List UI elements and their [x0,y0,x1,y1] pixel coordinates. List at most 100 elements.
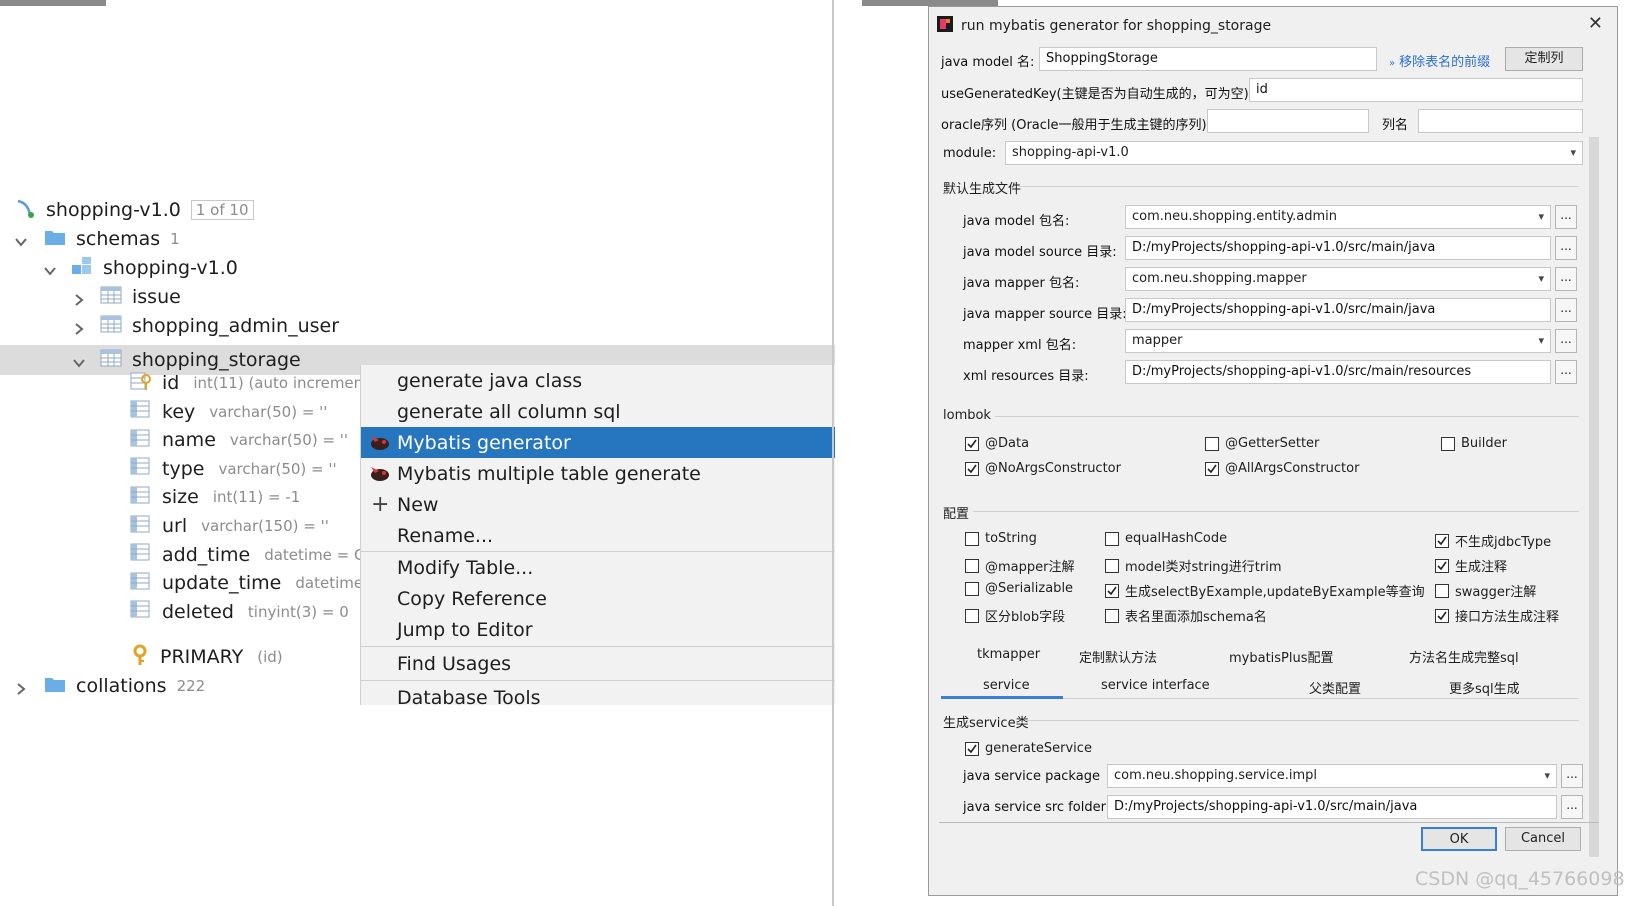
chevron-down-icon: ▾ [1538,272,1544,285]
checkbox[interactable]: swagger注解 [1435,581,1536,600]
menu-item-database-tools[interactable]: Database Tools [361,682,835,706]
path-input[interactable]: D:/myProjects/shopping-api-v1.0/src/main… [1125,236,1551,260]
checkbox[interactable]: 生成selectByExample,updateByExample等查询 [1105,581,1425,600]
checkbox[interactable]: 不生成jdbcType [1435,531,1551,550]
tab[interactable]: mybatisPlus配置 [1229,647,1334,666]
primary-key-node[interactable]: PRIMARY (id) [130,642,283,672]
path-input[interactable]: D:/myProjects/shopping-api-v1.0/src/main… [1125,298,1551,322]
tab[interactable]: 定制默认方法 [1079,647,1157,666]
tab[interactable]: 父类配置 [1309,678,1361,697]
column-node[interactable]: id int(11) (auto incremen [130,368,363,398]
path-select[interactable]: mapper ▾ [1125,329,1551,353]
column-node[interactable]: deleted tinyint(3) = 0 [130,597,349,627]
schema-node[interactable]: shopping-v1.0 [43,253,238,283]
table-node-issue[interactable]: issue [72,282,181,312]
tab[interactable]: service [983,678,1030,693]
column-node[interactable]: add_time datetime = CU [130,540,375,570]
chevron-down-icon[interactable] [72,353,86,368]
path-select[interactable]: com.neu.shopping.entity.admin ▾ [1125,205,1551,229]
collations-node[interactable]: collations 222 [14,671,205,701]
path-select[interactable]: com.neu.shopping.mapper ▾ [1125,267,1551,291]
datasource-node[interactable]: shopping-v1.0 1 of 10 [14,195,254,225]
checkbox[interactable]: @Data [965,436,1029,451]
browse-button[interactable]: ... [1555,236,1577,260]
checkbox[interactable]: equalHashCode [1105,531,1227,546]
checkbox[interactable]: @GetterSetter [1205,436,1319,451]
browse-button[interactable]: ... [1555,267,1577,291]
menu-item-copy-reference[interactable]: Copy Reference [361,583,835,614]
service-package-select[interactable]: com.neu.shopping.service.impl ▾ [1107,764,1557,788]
menu-item-modify-table[interactable]: Modify Table... [361,552,835,583]
column-type: datetime = CU [264,545,376,564]
tab[interactable]: 方法名生成完整sql [1409,647,1519,666]
use-generated-key-input[interactable]: id [1249,78,1583,102]
column-node[interactable]: size int(11) = -1 [130,482,300,512]
checkbox-label: 接口方法生成注释 [1455,610,1560,625]
checkbox-box [965,608,979,623]
menu-item-new[interactable]: + New [361,489,835,520]
checkbox-label: 区分blob字段 [985,610,1066,625]
checkbox[interactable]: Builder [1441,436,1507,451]
column-node[interactable]: type varchar(50) = '' [130,454,337,484]
chevron-right-icon[interactable] [14,679,28,695]
column-node[interactable]: key varchar(50) = '' [130,397,327,427]
checkbox[interactable]: 表名里面添加schema名 [1105,606,1267,625]
customize-columns-button[interactable]: 定制列 [1505,47,1583,71]
column-name-input[interactable] [1418,109,1583,133]
generate-service-checkbox[interactable]: generateService [965,741,1092,756]
checkbox[interactable]: model类对string进行trim [1105,556,1282,575]
path-input[interactable]: D:/myProjects/shopping-api-v1.0/src/main… [1125,360,1551,384]
checkbox-label: Builder [1461,436,1507,451]
oracle-sequence-input[interactable] [1207,109,1369,133]
menu-item-generate-all-column-sql[interactable]: generate all column sql [361,396,835,427]
browse-button[interactable]: ... [1561,764,1583,788]
chevron-down-icon[interactable] [43,261,57,276]
table-node-shopping-admin-user[interactable]: shopping_admin_user [72,311,339,341]
java-model-input[interactable]: ShoppingStorage [1039,47,1377,71]
tab[interactable]: 更多sql生成 [1449,678,1520,697]
chevron-right-icon[interactable] [72,290,86,306]
schemas-node[interactable]: schemas 1 [14,224,180,254]
menu-item-find-usages[interactable]: Find Usages [361,648,835,679]
column-node[interactable]: update_time datetime [130,568,363,598]
checkbox[interactable]: 接口方法生成注释 [1435,606,1559,625]
menu-item-generate-java-class[interactable]: generate java class [361,365,835,396]
menu-item-jump-to-editor[interactable]: Jump to Editor [361,614,835,645]
checkbox-label: swagger注解 [1455,585,1537,600]
module-select[interactable]: shopping-api-v1.0 ▾ [1005,141,1583,165]
checkbox[interactable]: @AllArgsConstructor [1205,461,1359,476]
remove-prefix-link[interactable]: » 移除表名的前缀 [1389,51,1490,70]
browse-button[interactable]: ... [1555,205,1577,229]
checkbox[interactable]: @NoArgsConstructor [965,461,1121,476]
browse-button[interactable]: ... [1555,329,1577,353]
column-node[interactable]: url varchar(150) = '' [130,511,329,541]
browse-button[interactable]: ... [1555,298,1577,322]
chevron-down-icon[interactable] [14,232,28,247]
primary-column-icon [130,371,152,396]
column-node[interactable]: name varchar(50) = '' [130,425,348,455]
checkbox-box [965,461,979,476]
chevron-down-icon: ▾ [1538,334,1544,347]
checkbox[interactable]: @Serializable [965,581,1073,596]
browse-button[interactable]: ... [1561,795,1583,819]
table-icon [100,286,122,309]
tab[interactable]: tkmapper [977,647,1040,662]
dialog-scrollbar[interactable] [1589,137,1599,857]
column-name: type [162,457,205,480]
dialog-title-bar: run mybatis generator for shopping_stora… [937,13,1271,39]
menu-item-mybatis-multiple-table-generate[interactable]: Mybatis multiple table generate [361,458,835,489]
close-icon[interactable]: ✕ [1588,13,1603,34]
checkbox[interactable]: toString [965,531,1037,546]
tab[interactable]: service interface [1101,678,1210,693]
chevron-right-icon[interactable] [72,319,86,335]
menu-item-mybatis-generator[interactable]: Mybatis generator [361,427,835,458]
checkbox[interactable]: @mapper注解 [965,556,1074,575]
ok-button[interactable]: OK [1421,827,1497,851]
cancel-button[interactable]: Cancel [1505,827,1581,851]
service-folder-input[interactable]: D:/myProjects/shopping-api-v1.0/src/main… [1107,795,1557,819]
browse-button[interactable]: ... [1555,360,1577,384]
menu-item-rename[interactable]: Rename... [361,520,835,551]
datasource-label: shopping-v1.0 [46,199,181,221]
checkbox[interactable]: 区分blob字段 [965,606,1065,625]
checkbox[interactable]: 生成注释 [1435,556,1507,575]
